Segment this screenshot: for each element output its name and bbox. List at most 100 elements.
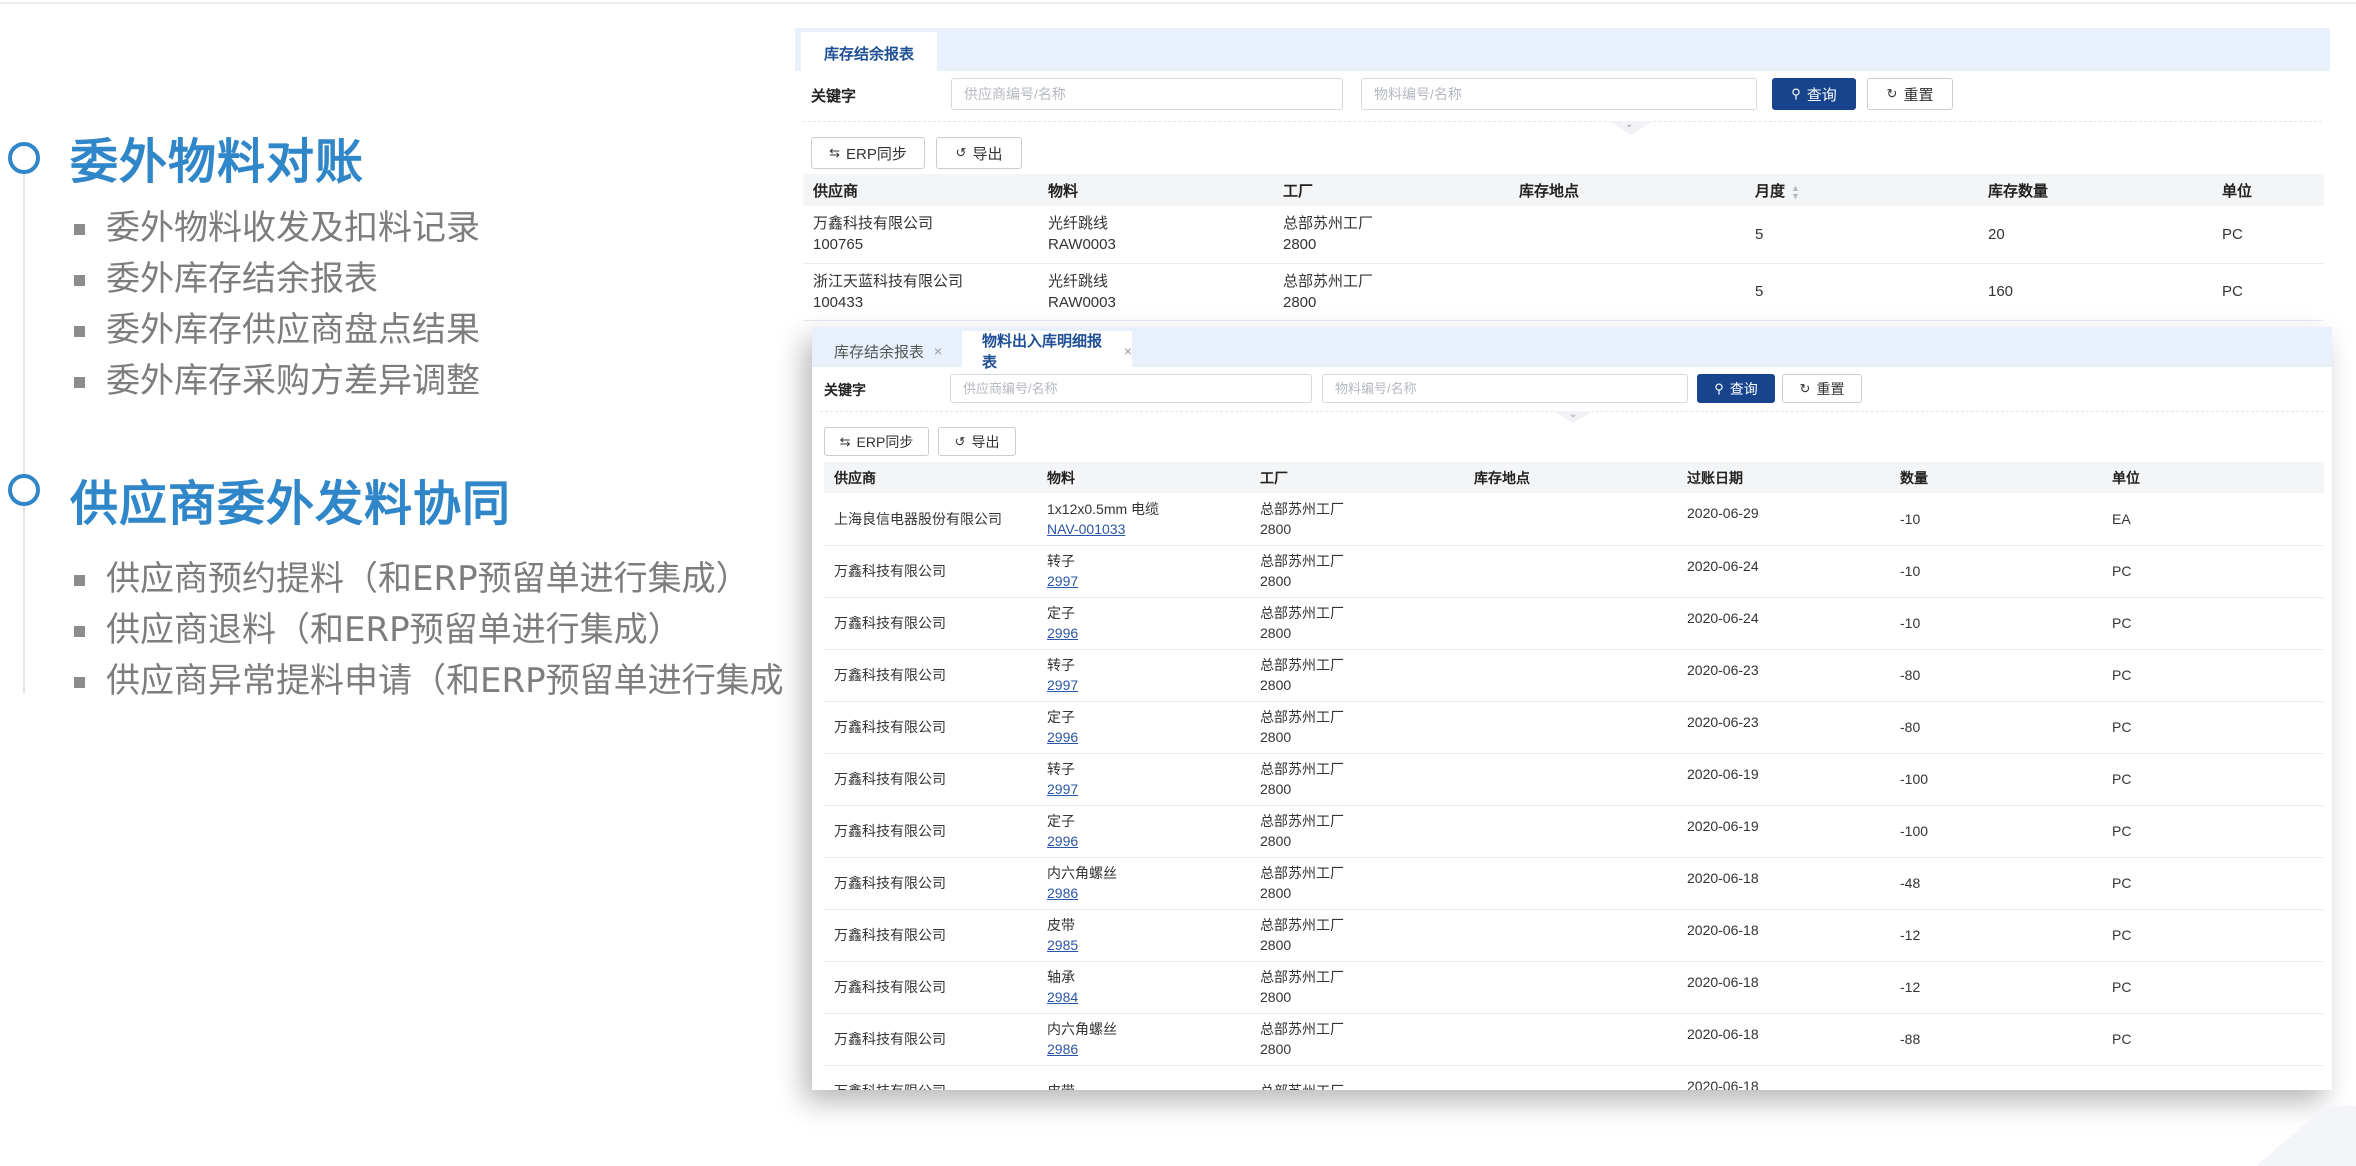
- column-header: 供应商: [803, 174, 1038, 206]
- section2-title: 供应商委外发料协同: [70, 476, 512, 532]
- table-row[interactable]: 万鑫科技有限公司 转子 2997 总部苏州工厂 2800 2020-06-23 -80 PC: [824, 649, 2324, 702]
- qty-cell: -10: [1890, 545, 2102, 598]
- column-header-month[interactable]: 月度 ▲ ▼: [1745, 174, 1978, 206]
- feature-list: 委外物料对账 委外物料收发及扣料记录 委外库存结余报表 委外库存供应商盘点结果 …: [0, 0, 800, 1166]
- qty-cell: -12: [1890, 909, 2102, 962]
- table-row[interactable]: 浙江天蓝科技有限公司 100433 光纤跳线 RAW0003 总部苏州工厂 2800 …: [803, 263, 2324, 321]
- date-cell: 2020-06-18: [1677, 961, 1890, 1014]
- column-header: 工厂: [1250, 462, 1464, 493]
- plant-cell: 总部苏州工厂 2800: [1250, 909, 1464, 962]
- material-code-link[interactable]: 2984: [1047, 989, 1078, 1005]
- supplier-search-input[interactable]: 供应商编号/名称: [950, 374, 1312, 403]
- column-header: 过账日期: [1677, 462, 1890, 493]
- material-code-link[interactable]: 2986: [1047, 1041, 1078, 1057]
- table-row[interactable]: 万鑫科技有限公司 定子 2996 总部苏州工厂 2800 2020-06-23 -80 PC: [824, 701, 2324, 754]
- plant-cell: 总部苏州工厂 2800: [1250, 805, 1464, 858]
- tab-bar: 库存结余报表 × 物料出入库明细报表 ×: [812, 327, 2332, 371]
- supplier-search-input[interactable]: 供应商编号/名称: [951, 78, 1343, 110]
- table-row[interactable]: 万鑫科技有限公司 定子 2996 总部苏州工厂 2800 2020-06-19 -100 PC: [824, 805, 2324, 858]
- supplier-cell: 浙江天蓝科技有限公司 100433: [803, 263, 1038, 321]
- material-code-link[interactable]: 2997: [1047, 677, 1078, 693]
- date-cell: 2020-06-18: [1677, 1013, 1890, 1066]
- material-code-link[interactable]: 2986: [1047, 885, 1078, 901]
- material-cell: 皮带 2985: [1037, 909, 1250, 962]
- material-code-link[interactable]: NAV-001033: [1047, 521, 1125, 537]
- reset-button[interactable]: ↻ 重置: [1867, 78, 1953, 110]
- table-row[interactable]: 万鑫科技有限公司 转子 2997 总部苏州工厂 2800 2020-06-24 -10 PC: [824, 545, 2324, 598]
- unit-cell: EA: [2102, 493, 2324, 546]
- inventory-balance-panel: 库存结余报表 关键字 供应商编号/名称 物料编号/名称 ⚲ 查询 ↻ 重置 ⌄ ⇆ E…: [795, 28, 2330, 338]
- tab-material-movement[interactable]: 物料出入库明细报表 ×: [962, 331, 1132, 371]
- location-cell: [1464, 649, 1677, 702]
- material-name: 转子: [1047, 657, 1075, 673]
- table-row[interactable]: 万鑫科技有限公司 转子 2997 总部苏州工厂 2800 2020-06-19 -100 PC: [824, 753, 2324, 806]
- query-button[interactable]: ⚲ 查询: [1772, 78, 1856, 110]
- chevron-down-icon[interactable]: ⌄: [1553, 411, 1593, 423]
- table-row[interactable]: 万鑫科技有限公司 内六角螺丝 2986 总部苏州工厂 2800 2020-06-18 -48…: [824, 857, 2324, 910]
- material-cell: 内六角螺丝 2986: [1037, 1013, 1250, 1066]
- section2-list: 供应商预约提料（和ERP预留单进行集成） 供应商退料（和ERP预留单进行集成） …: [74, 554, 784, 707]
- column-header: 供应商: [824, 462, 1037, 493]
- material-search-input[interactable]: 物料编号/名称: [1361, 78, 1757, 110]
- table-header: 供应商 物料 工厂 库存地点 月度 ▲ ▼ 库存数量 单位: [803, 174, 2324, 206]
- unit-cell: PC: [2102, 805, 2324, 858]
- location-cell: [1464, 805, 1677, 858]
- material-cell: 转子 2997: [1037, 649, 1250, 702]
- location-cell: [1464, 753, 1677, 806]
- unit-cell: PC: [2102, 961, 2324, 1014]
- erp-sync-button[interactable]: ⇆ ERP同步: [811, 137, 925, 169]
- qty-cell: -80: [1890, 649, 2102, 702]
- erp-sync-button[interactable]: ⇆ ERP同步: [824, 427, 929, 456]
- qty-cell: 160: [1978, 263, 2212, 321]
- table-row[interactable]: 上海良信电器股份有限公司 1x12x0.5mm 电缆 NAV-001033 总部苏州工…: [824, 493, 2324, 546]
- date-cell: 2020-06-18: [1677, 909, 1890, 962]
- material-name: 转子: [1047, 761, 1075, 777]
- section2-circle-icon: [8, 474, 40, 506]
- chevron-down-icon[interactable]: ⌄: [1609, 121, 1653, 135]
- qty-cell: -10: [1890, 493, 2102, 546]
- supplier-cell: 万鑫科技有限公司: [824, 961, 1037, 1014]
- list-item: 供应商退料（和ERP预留单进行集成）: [74, 605, 784, 656]
- supplier-cell: 万鑫科技有限公司: [824, 857, 1037, 910]
- material-code-link[interactable]: 2996: [1047, 625, 1078, 641]
- material-code-link[interactable]: 2997: [1047, 573, 1078, 589]
- table-row[interactable]: 万鑫科技有限公司皮带总部苏州工厂 2020-06-18: [824, 1065, 2324, 1090]
- plant-cell: 总部苏州工厂 2800: [1250, 961, 1464, 1014]
- unit-cell: PC: [2102, 597, 2324, 650]
- material-code-link[interactable]: 2996: [1047, 729, 1078, 745]
- close-icon[interactable]: ×: [934, 343, 942, 359]
- material-name: 1x12x0.5mm 电缆: [1047, 500, 1160, 517]
- query-button[interactable]: ⚲ 查询: [1697, 374, 1775, 403]
- location-cell: [1464, 1013, 1677, 1066]
- date-cell: 2020-06-23: [1677, 649, 1890, 702]
- material-name: 内六角螺丝: [1047, 865, 1117, 881]
- column-header: 单位: [2212, 174, 2324, 206]
- table-row[interactable]: 万鑫科技有限公司 100765 光纤跳线 RAW0003 总部苏州工厂 2800 5 …: [803, 206, 2324, 264]
- qty-cell: -12: [1890, 961, 2102, 1014]
- location-cell: [1464, 1065, 1677, 1090]
- material-code-link[interactable]: 2996: [1047, 833, 1078, 849]
- timeline-line: [23, 175, 25, 693]
- tab-inventory-balance[interactable]: 库存结余报表: [801, 32, 937, 75]
- export-button[interactable]: ↺ 导出: [936, 137, 1022, 169]
- sort-icon[interactable]: ▲ ▼: [1791, 183, 1800, 200]
- corner-decoration: [2256, 1106, 2356, 1166]
- table-row[interactable]: 万鑫科技有限公司 定子 2996 总部苏州工厂 2800 2020-06-24 -10 PC: [824, 597, 2324, 650]
- sync-icon: ⇆: [839, 433, 851, 449]
- material-search-input[interactable]: 物料编号/名称: [1322, 374, 1688, 403]
- close-icon[interactable]: ×: [1124, 343, 1132, 359]
- reset-button[interactable]: ↻ 重置: [1782, 374, 1862, 403]
- inventory-balance-table: 供应商 物料 工厂 库存地点 月度 ▲ ▼ 库存数量 单位 万鑫科技有限公司 1007…: [803, 174, 2324, 321]
- export-button[interactable]: ↺ 导出: [938, 427, 1016, 456]
- material-movement-table: 供应商 物料 工厂 库存地点 过账日期 数量 单位 上海良信电器股份有限公司 1x…: [824, 462, 2324, 1090]
- table-row[interactable]: 万鑫科技有限公司 轴承 2984 总部苏州工厂 2800 2020-06-18 -12 PC: [824, 961, 2324, 1014]
- material-code-link[interactable]: 2985: [1047, 937, 1078, 953]
- material-name: 内六角螺丝: [1047, 1021, 1117, 1037]
- table-row[interactable]: 万鑫科技有限公司 皮带 2985 总部苏州工厂 2800 2020-06-18 -12 PC: [824, 909, 2324, 962]
- keyword-label: 关键字: [824, 382, 866, 398]
- table-row[interactable]: 万鑫科技有限公司 内六角螺丝 2986 总部苏州工厂 2800 2020-06-18 -88…: [824, 1013, 2324, 1066]
- unit-cell: PC: [2102, 857, 2324, 910]
- tab-inventory-balance[interactable]: 库存结余报表 ×: [812, 331, 960, 371]
- unit-cell: PC: [2102, 1013, 2324, 1066]
- material-code-link[interactable]: 2997: [1047, 781, 1078, 797]
